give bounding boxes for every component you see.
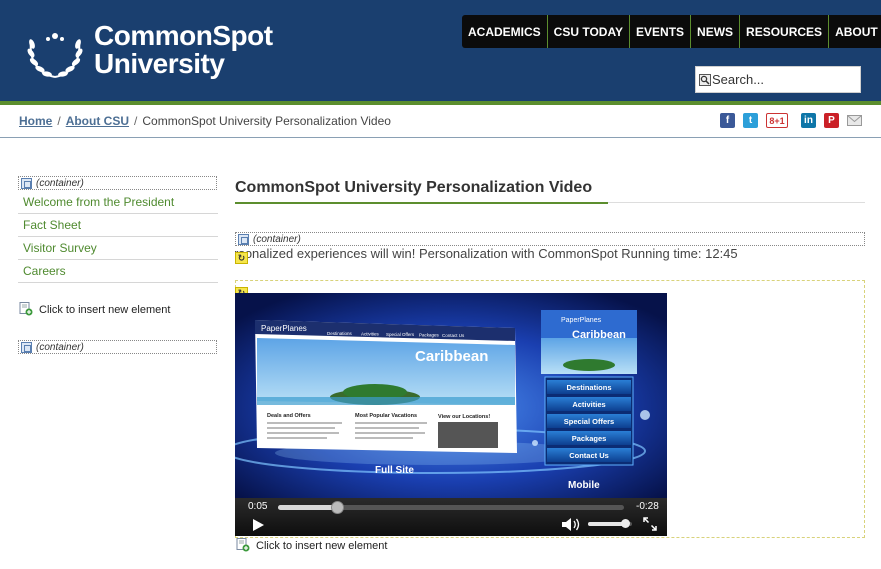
mobile-label: Mobile — [568, 480, 600, 491]
mobile-site-preview: PaperPlanes Caribbean Destinations Activ… — [541, 310, 637, 491]
nav-resources[interactable]: RESOURCES — [739, 15, 828, 48]
screen-nav-item: Activities — [361, 332, 380, 337]
remaining-time: -0:28 — [636, 501, 659, 512]
screen-nav-item: Packages — [419, 333, 440, 338]
twitter-icon[interactable]: t — [743, 113, 758, 128]
hero-word: Caribbean — [415, 348, 488, 365]
breadcrumb-separator: / — [134, 114, 138, 128]
column-heading: View our Locations! — [438, 414, 490, 420]
breadcrumb-bar: Home / About CSU / CommonSpot University Per… — [0, 105, 881, 138]
insert-element-link[interactable]: Click to insert new element — [19, 302, 170, 316]
fullscreen-icon[interactable] — [643, 517, 657, 531]
google-plus-icon[interactable]: 8+1 — [766, 113, 788, 128]
seek-handle[interactable] — [330, 501, 344, 514]
laurel-wreath-icon — [27, 33, 83, 78]
screen-nav-item: Special Offers — [386, 332, 415, 337]
mobile-menu-item: Packages — [572, 434, 607, 443]
mobile-menu-item: Activities — [572, 400, 605, 409]
play-icon[interactable] — [251, 518, 265, 532]
seek-bar[interactable] — [278, 501, 624, 514]
breadcrumb: Home / About CSU / CommonSpot University Per… — [19, 114, 391, 128]
page-title: CommonSpot University Personalization Vi… — [235, 179, 593, 196]
nav-events[interactable]: EVENTS — [629, 15, 690, 48]
mobile-brand-text: PaperPlanes — [561, 317, 602, 324]
elapsed-time: 0:05 — [248, 501, 268, 512]
logo-line-2: University — [94, 48, 225, 79]
breadcrumb-separator: / — [57, 114, 61, 128]
mobile-menu-item: Contact Us — [569, 451, 609, 460]
sidebar-item-fact-sheet[interactable]: Fact Sheet — [18, 214, 218, 237]
site-logo-text: CommonSpot University — [94, 22, 273, 78]
title-underline — [235, 202, 608, 204]
insert-element-link[interactable]: Click to insert new element — [236, 538, 387, 552]
breadcrumb-about-link[interactable]: About CSU — [66, 114, 129, 128]
insert-element-icon — [19, 302, 33, 316]
container-marker[interactable]: (container) — [18, 176, 217, 190]
volume-slider[interactable] — [588, 519, 632, 528]
nav-news[interactable]: NEWS — [690, 15, 739, 48]
sidebar-item-visitor-survey[interactable]: Visitor Survey — [18, 237, 218, 260]
container-icon — [21, 177, 32, 189]
video-control-bar — [235, 498, 667, 536]
sidebar-item-welcome[interactable]: Welcome from the President — [18, 191, 218, 214]
container-icon — [238, 233, 249, 245]
container-marker[interactable]: (container) — [235, 232, 865, 246]
facebook-icon[interactable]: f — [720, 113, 735, 128]
mobile-hero-word: Caribbean — [572, 329, 626, 341]
column-heading: Deals and Offers — [267, 413, 311, 419]
linkedin-icon[interactable]: in — [801, 113, 816, 128]
logo-line-1: CommonSpot — [94, 20, 273, 51]
nav-csu-today[interactable]: CSU TODAY — [546, 15, 629, 48]
search-icon[interactable] — [699, 73, 711, 86]
mobile-menu-item: Destinations — [566, 383, 611, 392]
site-header: CommonSpot University ACADEMICS CSU TODA… — [0, 0, 881, 103]
search-box — [695, 66, 861, 93]
screen-nav-item: Destinations — [327, 331, 353, 336]
nav-academics[interactable]: ACADEMICS — [462, 15, 547, 48]
social-share-icons: f t 8+1 in P — [720, 113, 862, 128]
container-label: (container) — [36, 177, 84, 189]
column-heading: Most Popular Vacations — [355, 413, 417, 419]
breadcrumb-current: CommonSpot University Personalization Vi… — [142, 114, 391, 128]
container-icon — [21, 341, 32, 353]
mobile-menu-item: Special Offers — [564, 417, 614, 426]
video-frame[interactable]: PaperPlanes Destinations Activities Spec… — [235, 293, 667, 501]
screen-brand-text: PaperPlanes — [261, 324, 307, 333]
container-marker[interactable]: (container) — [18, 340, 217, 354]
screen-nav-item: Contact Us — [442, 333, 465, 338]
edit-element-icon[interactable]: ↻ — [235, 252, 248, 264]
insert-element-icon — [236, 538, 250, 552]
container-label: (container) — [36, 341, 84, 353]
nav-about-us[interactable]: ABOUT US — [828, 15, 881, 48]
seek-bar-progress — [278, 505, 337, 510]
insert-element-label: Click to insert new element — [256, 540, 388, 552]
title-underline-rest — [608, 202, 865, 203]
intro-text: rsonalized experiences will win! Persona… — [235, 246, 738, 261]
full-site-label: Full Site — [375, 465, 414, 476]
volume-icon[interactable] — [561, 517, 581, 532]
email-icon[interactable] — [847, 113, 862, 128]
container-label: (container) — [253, 233, 301, 245]
pinterest-icon[interactable]: P — [824, 113, 839, 128]
sidebar-item-careers[interactable]: Careers — [18, 260, 218, 283]
top-navigation: ACADEMICS CSU TODAY EVENTS NEWS RESOURCE… — [462, 15, 881, 48]
volume-level — [588, 522, 626, 526]
insert-element-label: Click to insert new element — [39, 304, 171, 316]
site-logo[interactable]: CommonSpot University — [24, 22, 274, 84]
search-input[interactable] — [711, 69, 851, 90]
sidebar-navigation: Welcome from the President Fact Sheet Vi… — [18, 191, 218, 283]
breadcrumb-home-link[interactable]: Home — [19, 114, 52, 128]
intro-text-row: rsonalized experiences will win! Persona… — [235, 245, 865, 265]
